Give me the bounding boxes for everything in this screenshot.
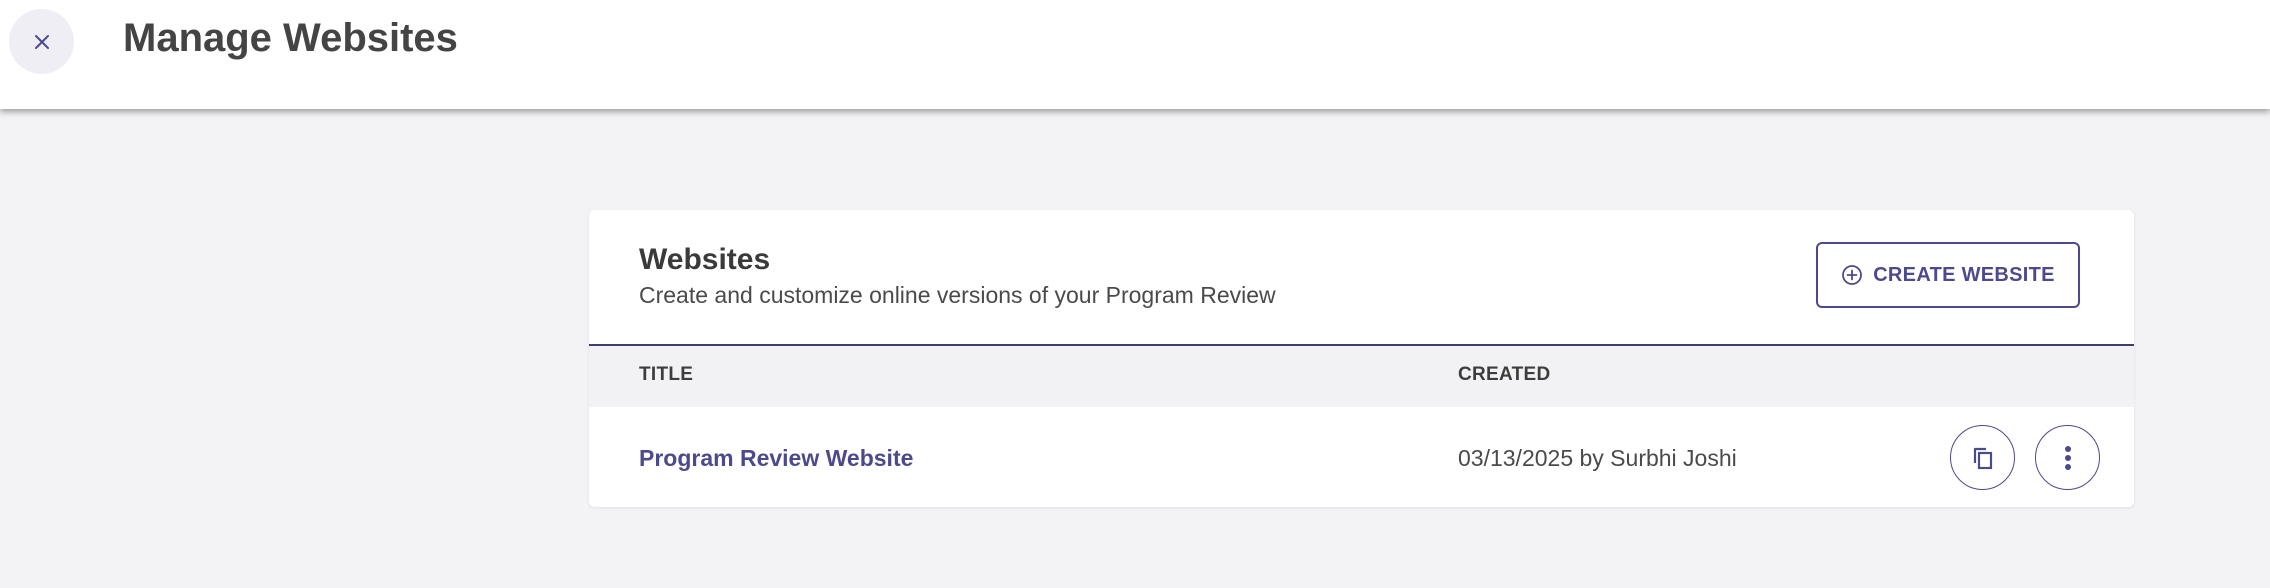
close-icon bbox=[34, 34, 49, 49]
table-header: TITLE CREATED bbox=[589, 344, 2134, 407]
card-title: Websites bbox=[639, 243, 771, 276]
page-title: Manage Websites bbox=[123, 16, 458, 60]
column-header-created: CREATED bbox=[1458, 364, 1551, 385]
create-website-label: CREATE WEBSITE bbox=[1873, 263, 2055, 286]
add-circle-icon bbox=[1842, 265, 1863, 285]
create-website-button[interactable]: CREATE WEBSITE bbox=[1816, 242, 2080, 308]
more-options-button[interactable] bbox=[2035, 425, 2100, 490]
websites-card: Websites Create and customize online ver… bbox=[589, 210, 2134, 507]
created-info: 03/13/2025 by Surbhi Joshi bbox=[1458, 445, 1737, 471]
card-subtitle: Create and customize online versions of … bbox=[639, 282, 1276, 308]
copy-icon bbox=[1973, 447, 1992, 469]
close-button[interactable] bbox=[9, 9, 74, 74]
table-row: Program Review Website 03/13/2025 by Sur… bbox=[589, 407, 2134, 507]
column-header-title: TITLE bbox=[639, 364, 694, 385]
more-vertical-icon bbox=[2064, 445, 2071, 470]
copy-button[interactable] bbox=[1950, 425, 2015, 490]
top-bar: Manage Websites bbox=[0, 0, 2270, 109]
website-title-link[interactable]: Program Review Website bbox=[639, 444, 913, 472]
